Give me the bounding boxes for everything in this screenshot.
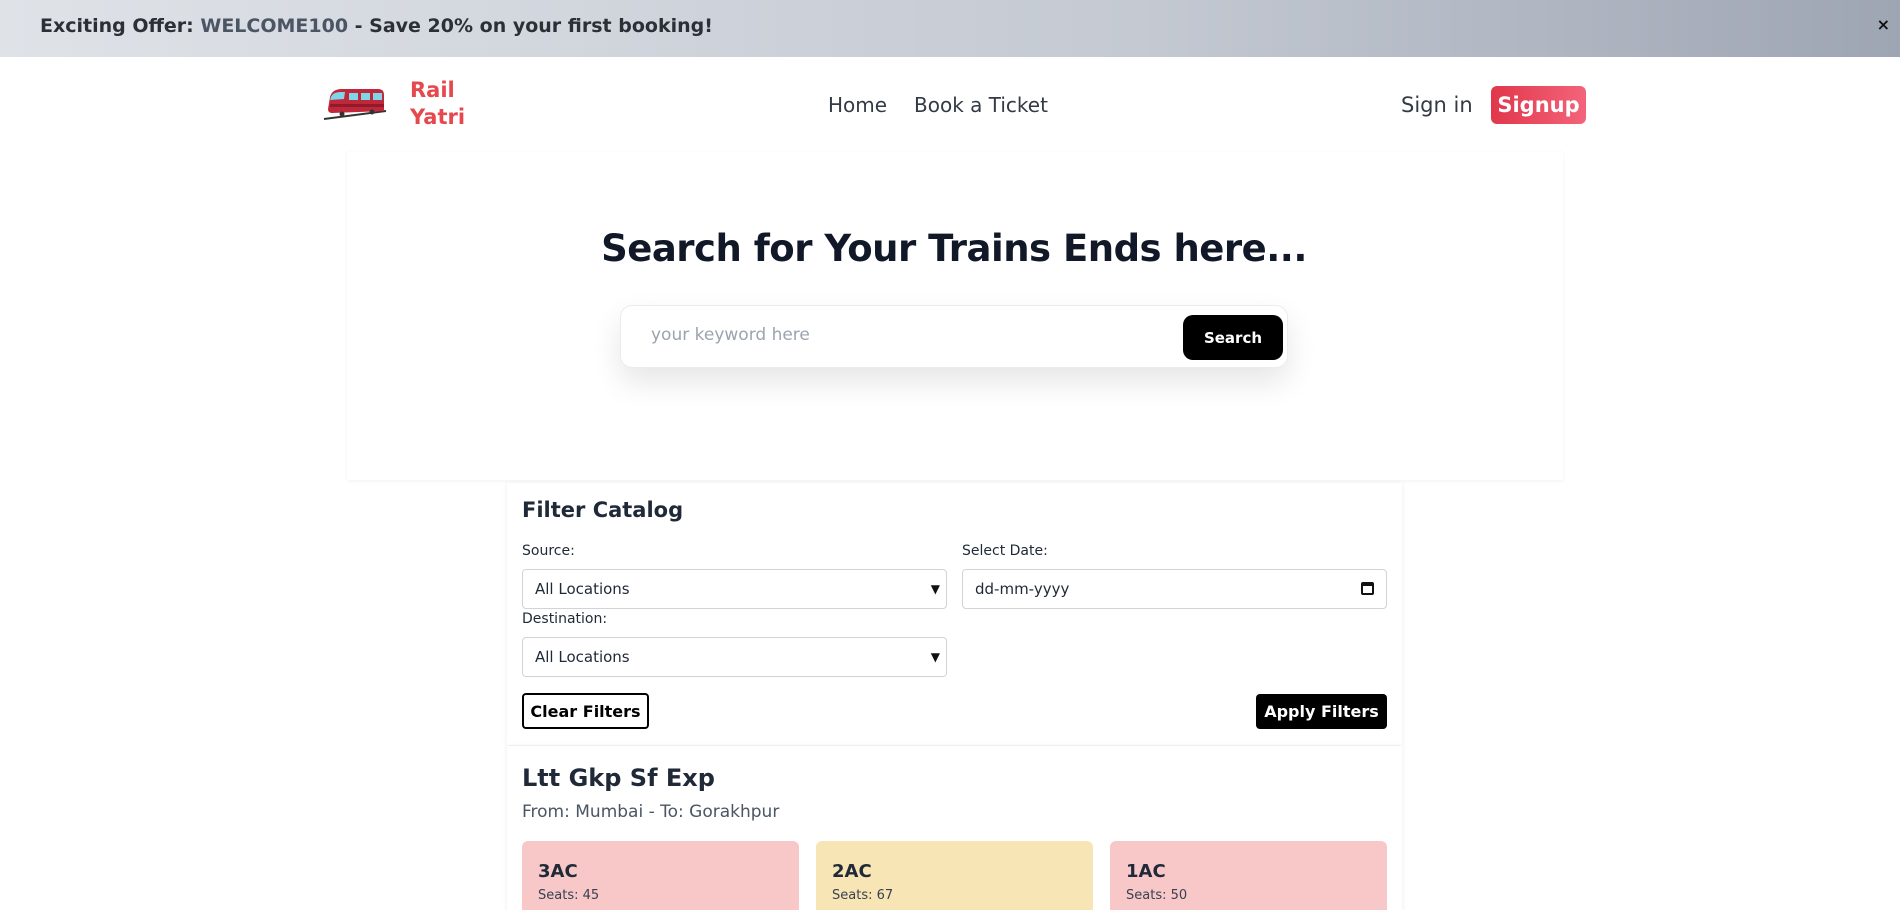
search-button[interactable]: Search bbox=[1183, 315, 1283, 360]
offer-code: WELCOME100 bbox=[200, 15, 349, 37]
class-seats: Seats: 45 bbox=[538, 888, 600, 903]
class-name: 2AC bbox=[832, 861, 872, 882]
date-placeholder: dd-mm-yyyy bbox=[975, 580, 1070, 598]
offer-suffix: - Save 20% on your first booking! bbox=[348, 15, 713, 37]
class-card-3ac[interactable]: 3AC Seats: 45 bbox=[522, 841, 799, 910]
search-input[interactable] bbox=[651, 325, 1151, 345]
class-seats: Seats: 50 bbox=[1126, 888, 1188, 903]
date-input[interactable]: dd-mm-yyyy bbox=[962, 569, 1387, 609]
train-logo-icon[interactable] bbox=[322, 83, 388, 123]
filter-title: Filter Catalog bbox=[522, 498, 684, 522]
brand-name[interactable]: Rail Yatri bbox=[410, 77, 470, 131]
signin-link[interactable]: Sign in bbox=[1401, 93, 1473, 117]
destination-select[interactable]: All Locations ▼ bbox=[522, 637, 947, 677]
date-label: Select Date: bbox=[962, 543, 1048, 559]
close-icon[interactable]: × bbox=[1877, 15, 1890, 34]
destination-label: Destination: bbox=[522, 611, 608, 627]
apply-filters-button[interactable]: Apply Filters bbox=[1256, 694, 1387, 729]
offer-banner: Exciting Offer: WELCOME100 - Save 20% on… bbox=[0, 0, 1900, 57]
signup-button[interactable]: Signup bbox=[1491, 86, 1586, 124]
source-select[interactable]: All Locations ▼ bbox=[522, 569, 947, 609]
class-name: 1AC bbox=[1126, 861, 1166, 882]
nav-book-ticket[interactable]: Book a Ticket bbox=[914, 93, 1048, 117]
class-seats: Seats: 67 bbox=[832, 888, 894, 903]
source-label: Source: bbox=[522, 543, 575, 559]
brand-line1: Rail bbox=[410, 78, 455, 102]
train-route: From: Mumbai - To: Gorakhpur bbox=[522, 802, 780, 822]
clear-filters-button[interactable]: Clear Filters bbox=[522, 693, 649, 729]
calendar-icon[interactable] bbox=[1361, 582, 1374, 595]
source-value: All Locations bbox=[535, 580, 630, 598]
train-name: Ltt Gkp Sf Exp bbox=[522, 764, 715, 792]
chevron-down-icon: ▼ bbox=[930, 650, 940, 664]
nav-home[interactable]: Home bbox=[828, 93, 887, 117]
offer-text: Exciting Offer: WELCOME100 - Save 20% on… bbox=[40, 15, 713, 37]
hero-title: Search for Your Trains Ends here... bbox=[601, 227, 1307, 270]
search-box: Search bbox=[620, 305, 1288, 368]
class-card-2ac[interactable]: 2AC Seats: 67 bbox=[816, 841, 1093, 910]
offer-prefix: Exciting Offer: bbox=[40, 15, 201, 37]
destination-value: All Locations bbox=[535, 648, 630, 666]
class-name: 3AC bbox=[538, 861, 578, 882]
brand-line2: Yatri bbox=[410, 105, 466, 129]
class-card-1ac[interactable]: 1AC Seats: 50 bbox=[1110, 841, 1387, 910]
chevron-down-icon: ▼ bbox=[930, 582, 940, 596]
